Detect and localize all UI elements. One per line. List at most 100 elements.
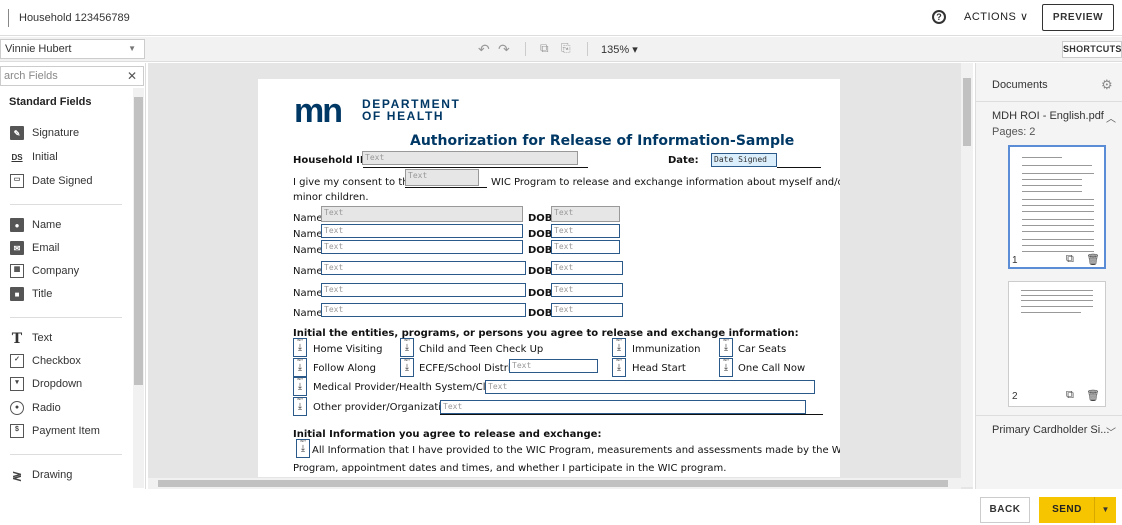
- thumbnail-line: [1022, 245, 1094, 246]
- gear-icon[interactable]: ⚙: [1101, 77, 1113, 93]
- thumbnail-line: [1022, 225, 1094, 226]
- field-checkbox[interactable]: ✓ Checkbox: [10, 353, 81, 371]
- name-field[interactable]: Text: [321, 224, 523, 238]
- trash-icon[interactable]: 🗑: [1086, 253, 1100, 266]
- chevron-up-icon[interactable]: ︿: [1106, 110, 1116, 125]
- initial-field[interactable]: ⤓: [719, 337, 733, 357]
- initial-field[interactable]: ⤓: [293, 396, 307, 416]
- thumbnail-line: [1022, 185, 1082, 186]
- help-icon[interactable]: ?: [932, 10, 946, 24]
- option-label: One Call Now: [738, 363, 806, 374]
- back-button[interactable]: BACK: [980, 497, 1030, 523]
- name-field[interactable]: Text: [321, 240, 523, 254]
- dob-field[interactable]: Text: [551, 206, 620, 222]
- search-fields-input[interactable]: arch Fields ✕: [0, 66, 144, 86]
- dob-field[interactable]: Text: [551, 261, 623, 275]
- program-field[interactable]: Text: [405, 169, 479, 186]
- initial-field[interactable]: ⤓: [293, 376, 307, 396]
- dob-label: DOB: [528, 288, 553, 299]
- signer-select[interactable]: Vinnie Hubert ▼: [0, 39, 145, 59]
- field-company[interactable]: ▦ Company: [10, 263, 79, 281]
- household-id-field[interactable]: Text: [362, 151, 578, 165]
- viewer-vertical-scroll-thumb[interactable]: [963, 78, 971, 146]
- initial-field[interactable]: ⤓: [293, 357, 307, 377]
- initial-field[interactable]: ⤓: [400, 357, 414, 377]
- field-name[interactable]: ● Name: [10, 217, 61, 235]
- actions-menu-button[interactable]: ACTIONS ∨: [964, 10, 1029, 23]
- panel-divider: [976, 415, 1122, 416]
- chevron-down-icon[interactable]: ﹀: [1106, 424, 1116, 439]
- option-label: Follow Along: [313, 363, 376, 374]
- consent-text-end: minor children.: [293, 192, 369, 203]
- send-options-chevron-down-icon[interactable]: ▼: [1094, 497, 1116, 523]
- date-signed-field[interactable]: Date Signed: [711, 153, 777, 167]
- option-label: Car Seats: [738, 344, 787, 355]
- preview-button[interactable]: PREVIEW: [1042, 4, 1114, 31]
- building-icon: ▦: [10, 264, 24, 279]
- close-icon[interactable]: ✕: [127, 67, 137, 85]
- dob-label: DOB: [528, 245, 553, 256]
- initial-field[interactable]: ⤓: [296, 438, 310, 458]
- toolbar-divider: [587, 42, 588, 56]
- dob-label: DOB: [528, 308, 553, 319]
- sidebar-scroll-thumb[interactable]: [134, 97, 143, 385]
- paste-icon[interactable]: ⎘: [561, 41, 571, 56]
- zoom-select[interactable]: 135% ▾: [601, 43, 638, 56]
- page-thumbnail-1[interactable]: [1008, 145, 1106, 269]
- other-provider-field[interactable]: Text: [440, 400, 806, 414]
- name-field[interactable]: Text: [321, 261, 526, 275]
- field-text[interactable]: T Text: [10, 330, 52, 348]
- medical-provider-field[interactable]: Text: [485, 380, 815, 394]
- name-field[interactable]: Text: [321, 206, 523, 222]
- option-label: Home Visiting: [313, 344, 383, 355]
- fields-sidebar: arch Fields ✕ Standard Fields ✎ Signature…: [0, 63, 146, 489]
- page-number: 2: [1012, 391, 1018, 402]
- envelope-icon: ✉: [10, 241, 24, 256]
- field-initial[interactable]: DS Initial: [10, 149, 58, 167]
- page-number: 1: [1012, 255, 1018, 266]
- toolbar-divider: [525, 42, 526, 56]
- copy-page-icon[interactable]: ⧉: [1066, 253, 1074, 266]
- initial-field[interactable]: ⤓: [719, 357, 733, 377]
- copy-icon[interactable]: ⧉: [540, 41, 549, 56]
- copy-page-icon[interactable]: ⧉: [1066, 389, 1074, 402]
- initial-field[interactable]: ⤓: [400, 337, 414, 357]
- document-name[interactable]: MDH ROI - English.pdf: [992, 110, 1104, 122]
- field-email[interactable]: ✉ Email: [10, 240, 60, 258]
- initial-field[interactable]: ⤓: [293, 337, 307, 357]
- thumbnail-line: [1021, 300, 1093, 301]
- dob-field[interactable]: Text: [551, 224, 620, 238]
- mn-logo: mn: [294, 92, 343, 130]
- thumbnail-line: [1021, 295, 1093, 296]
- payment-icon: $: [10, 424, 24, 439]
- trash-icon[interactable]: 🗑: [1086, 389, 1100, 402]
- field-radio[interactable]: ● Radio: [10, 400, 61, 418]
- redo-icon[interactable]: ↷: [498, 41, 510, 58]
- dob-field[interactable]: Text: [551, 303, 623, 317]
- viewer-horizontal-scroll-thumb[interactable]: [158, 480, 948, 487]
- name-field[interactable]: Text: [321, 303, 526, 317]
- field-payment-item[interactable]: $ Payment Item: [10, 423, 100, 441]
- undo-icon[interactable]: ↶: [478, 41, 490, 58]
- name-field[interactable]: Text: [321, 283, 526, 297]
- field-date-signed[interactable]: ▭ Date Signed: [10, 173, 93, 191]
- underline: [440, 414, 823, 415]
- thumbnail-line: [1022, 211, 1094, 212]
- shortcuts-button[interactable]: SHORTCUTS: [1062, 41, 1122, 58]
- primary-cardholder-section[interactable]: Primary Cardholder Si...: [992, 424, 1109, 436]
- field-dropdown[interactable]: ▾ Dropdown: [10, 376, 82, 394]
- school-district-field[interactable]: Text: [509, 359, 598, 373]
- field-drawing[interactable]: ≷ Drawing: [10, 467, 72, 485]
- field-title[interactable]: ■ Title: [10, 286, 52, 304]
- dob-field[interactable]: Text: [551, 283, 623, 297]
- initial-icon: DS: [10, 150, 24, 165]
- dob-label: DOB: [528, 213, 553, 224]
- dob-field[interactable]: Text: [551, 240, 620, 254]
- initial-field[interactable]: ⤓: [612, 337, 626, 357]
- top-bar: Household 123456789 ? ACTIONS ∨ PREVIEW: [0, 0, 1122, 36]
- thumbnail-line: [1022, 205, 1094, 206]
- field-signature[interactable]: ✎ Signature: [10, 125, 79, 143]
- initial-field[interactable]: ⤓: [612, 357, 626, 377]
- send-button[interactable]: SEND: [1039, 497, 1095, 523]
- other-provider-label: Other provider/Organization: [313, 402, 454, 413]
